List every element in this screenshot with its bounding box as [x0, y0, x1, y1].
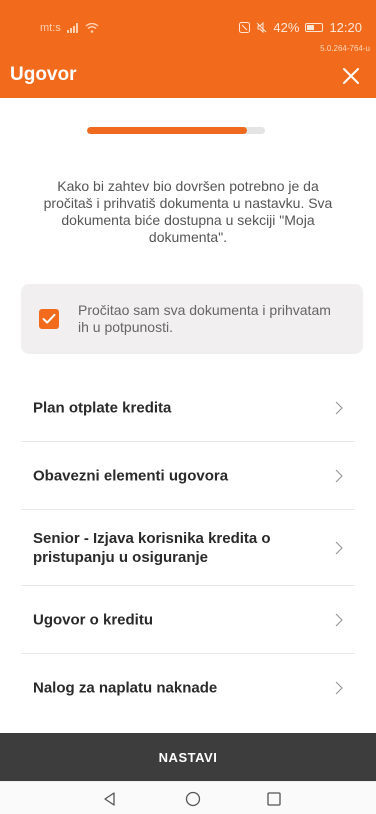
document-item-senior-izjava[interactable]: Senior - Izjava korisnika kredita o pris… [21, 510, 355, 586]
consent-checkbox[interactable] [39, 309, 59, 329]
nfc-icon [239, 22, 251, 33]
home-circle-icon [185, 791, 201, 807]
close-icon [343, 68, 359, 84]
progress-fill [87, 127, 248, 134]
system-nav-bar [0, 781, 376, 814]
document-label: Plan otplate kredita [33, 399, 172, 416]
chevron-right-icon [335, 681, 343, 695]
wifi-icon [85, 23, 99, 33]
carrier-label: mt:s [40, 22, 61, 34]
app-bar: Ugovor [0, 56, 376, 98]
consent-box[interactable]: Pročitao sam sva dokumenta i prihvatam i… [21, 284, 363, 354]
app-screen: mt:s 42% 12:20 5.0.264-764-u Ugovor Kako… [0, 0, 376, 814]
progress-bar [87, 127, 265, 134]
intro-text: Kako bi zahtev bio dovršen potrebno je d… [43, 178, 333, 245]
chevron-right-icon [335, 401, 343, 414]
nav-home-button[interactable] [181, 788, 205, 810]
document-label: Obavezni elementi ugovora [33, 467, 229, 484]
mute-icon [257, 22, 267, 33]
document-label: Senior - Izjava korisnika kredita o pris… [33, 529, 271, 566]
checkmark-icon [42, 313, 56, 324]
nav-back-button[interactable] [98, 788, 122, 810]
status-left: mt:s [40, 22, 99, 34]
clock: 12:20 [329, 20, 362, 35]
continue-button[interactable]: NASTAVI [0, 733, 376, 781]
chevron-right-icon [335, 469, 343, 482]
page-title: Ugovor [10, 64, 77, 85]
chevron-right-icon [335, 613, 343, 626]
status-bar: mt:s 42% 12:20 5.0.264-764-u [0, 0, 376, 56]
document-item-plan-otplate[interactable]: Plan otplate kredita [21, 374, 355, 442]
document-list: Plan otplate kredita Obavezni elementi u… [0, 374, 376, 722]
status-right: 42% 12:20 [239, 20, 362, 35]
version-label: 5.0.264-764-u [320, 44, 370, 53]
battery-percent: 42% [273, 20, 300, 35]
signal-icon [66, 23, 78, 33]
recents-square-icon [267, 792, 281, 806]
continue-button-label: NASTAVI [158, 749, 218, 765]
nav-recents-button[interactable] [262, 788, 286, 810]
document-item-ugovor-o-kreditu[interactable]: Ugovor o kreditu [21, 586, 355, 654]
chevron-right-icon [335, 541, 343, 554]
document-label: Nalog za naplatu naknade [33, 679, 218, 697]
document-item-nalog-za-naplatu[interactable]: Nalog za naplatu naknade [21, 654, 355, 722]
document-label: Ugovor o kreditu [33, 611, 154, 628]
consent-label: Pročitao sam sva dokumenta i prihvatam i… [78, 302, 331, 335]
close-button[interactable] [336, 58, 366, 94]
back-triangle-icon [104, 792, 115, 806]
battery-icon [305, 23, 324, 32]
document-item-obavezni-elementi[interactable]: Obavezni elementi ugovora [21, 442, 355, 510]
